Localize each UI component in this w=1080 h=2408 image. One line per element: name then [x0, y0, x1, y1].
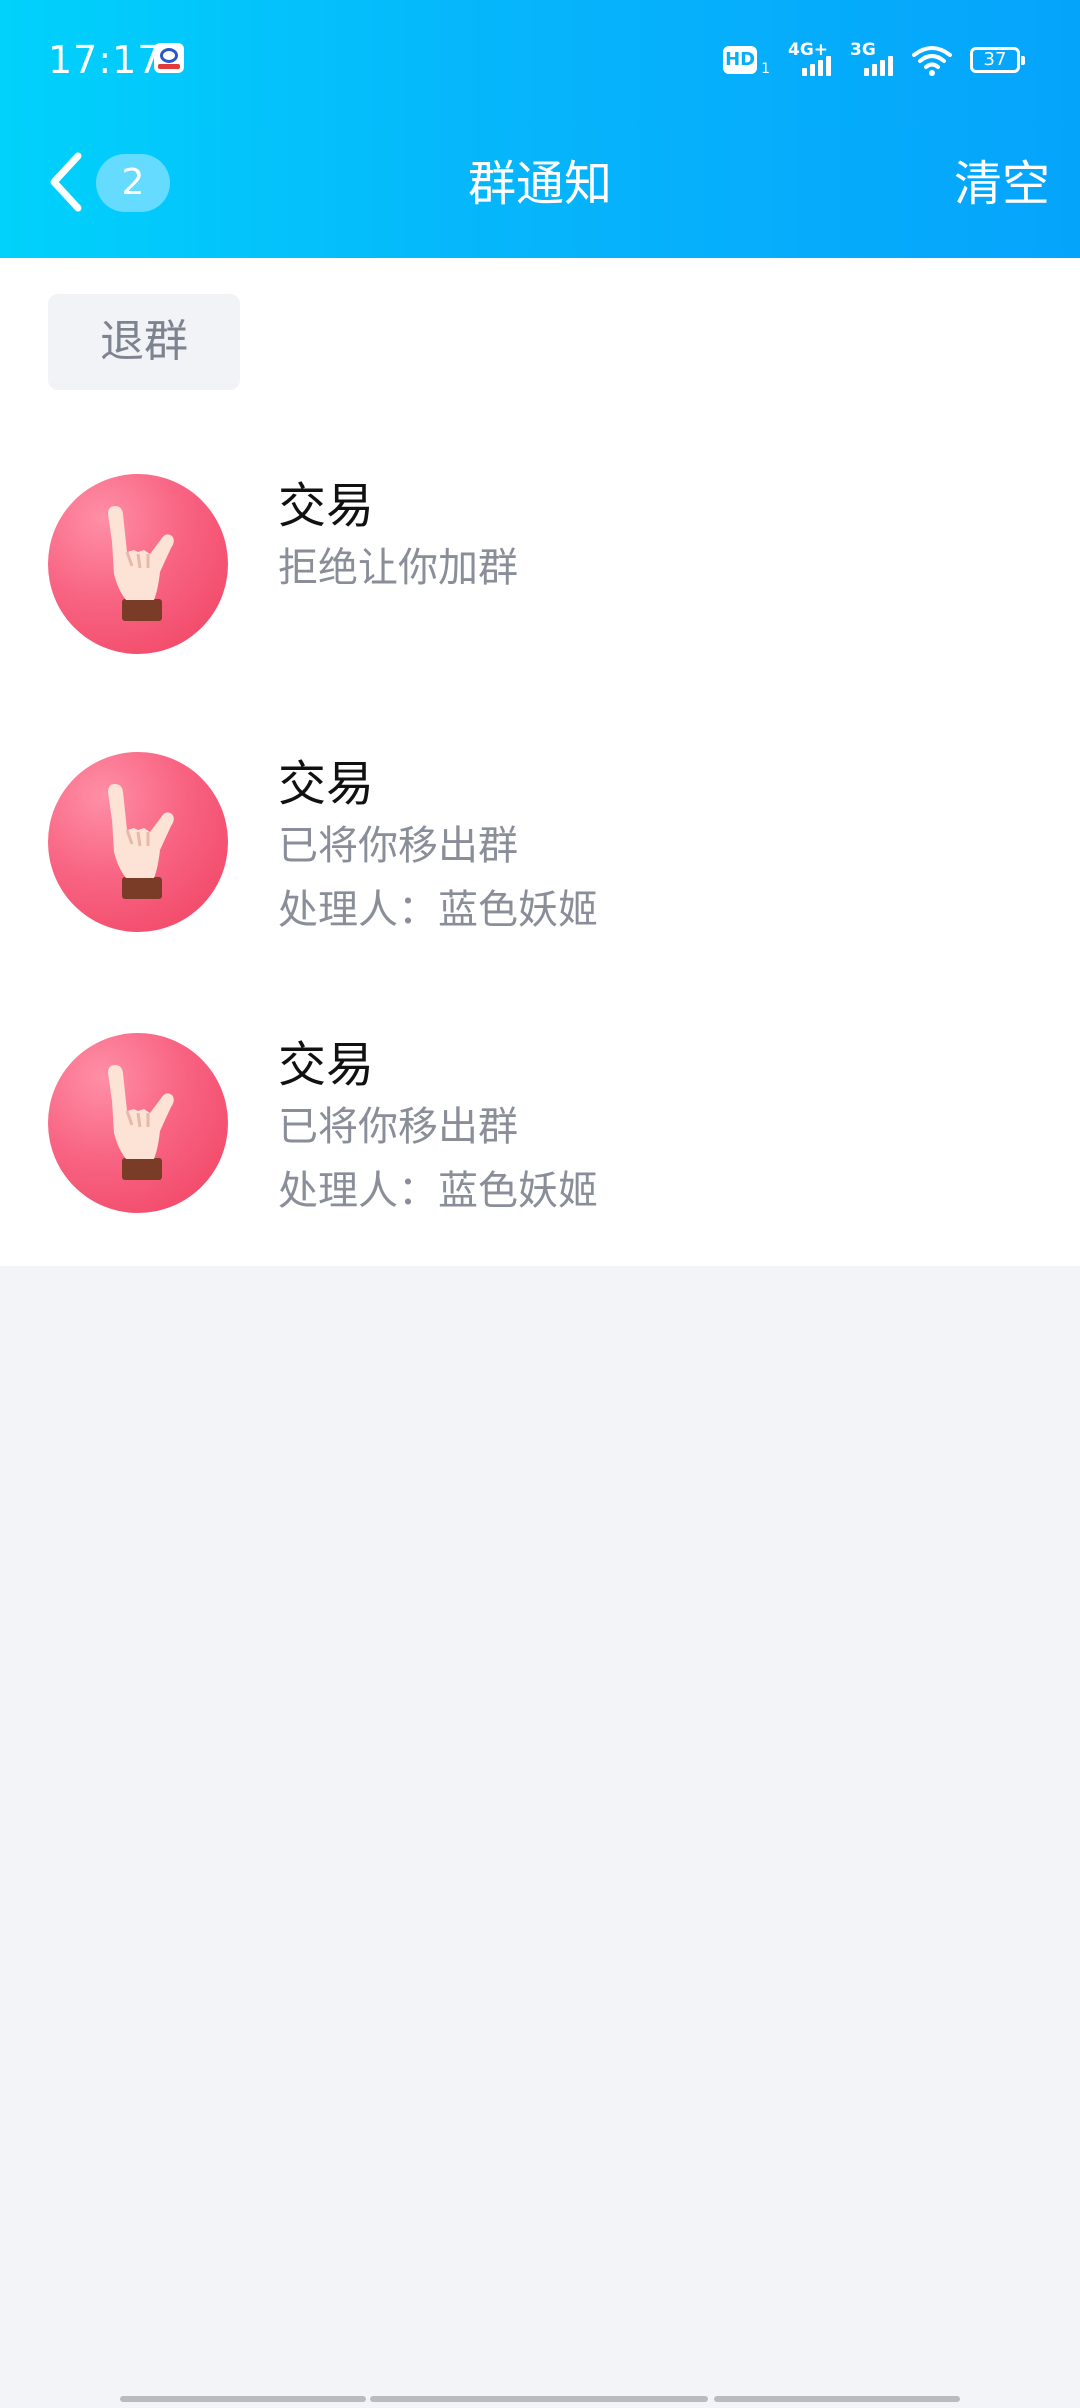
notice-handler: 处理人：蓝色妖姬 [278, 1168, 598, 1214]
hd-sim-index: 1 [761, 61, 770, 77]
battery-icon: 37 [970, 47, 1025, 73]
home-indicator-center[interactable] [370, 2396, 708, 2402]
home-indicator-right[interactable] [714, 2396, 960, 2402]
home-indicator-left[interactable] [120, 2396, 366, 2402]
list-item[interactable]: 交易 已将你移出群 处理人：蓝色妖姬 [0, 1033, 1080, 1214]
signal-4g-label: 4G+ [788, 40, 829, 60]
notice-group-name: 交易 [278, 478, 375, 534]
avatar[interactable] [48, 752, 228, 932]
signal-3g-icon: 3G [850, 40, 894, 78]
signal-4g-icon: 4G+ [788, 40, 832, 78]
avatar[interactable] [48, 474, 228, 654]
header-bar: 17:17 HD 1 4G+ 3G 37 2 群通知 清空 [0, 0, 1080, 258]
notice-action: 拒绝让你加群 [278, 545, 518, 591]
page-title: 群通知 [467, 156, 612, 212]
notice-group-name: 交易 [278, 756, 375, 812]
list-item[interactable]: 交易 拒绝让你加群 [0, 474, 1080, 654]
notice-action: 已将你移出群 [278, 823, 518, 869]
list-item[interactable]: 交易 已将你移出群 处理人：蓝色妖姬 [0, 752, 1080, 933]
status-time: 17:17 [48, 38, 163, 82]
notice-handler: 处理人：蓝色妖姬 [278, 887, 598, 933]
rock-hand-icon [108, 784, 174, 899]
hd-voice-icon: HD [723, 46, 758, 74]
status-icons: HD 1 4G+ 3G 37 [723, 40, 1025, 80]
app-notification-icon [154, 43, 184, 73]
notice-list: 退群 交易 拒绝让你加群 交易 已将你移出群 处理人：蓝色妖姬 交易 已将你移出… [0, 258, 1080, 1266]
status-bar: 17:17 HD 1 4G+ 3G 37 [0, 0, 1080, 120]
rock-hand-icon [108, 1065, 174, 1180]
rock-hand-icon [108, 506, 174, 621]
signal-3g-label: 3G [850, 40, 876, 60]
notice-group-name: 交易 [278, 1037, 375, 1093]
clear-button[interactable]: 清空 [954, 150, 1050, 218]
filter-chip-leave-group[interactable]: 退群 [48, 294, 240, 390]
avatar[interactable] [48, 1033, 228, 1213]
wifi-icon [912, 46, 952, 76]
notice-action: 已将你移出群 [278, 1104, 518, 1150]
